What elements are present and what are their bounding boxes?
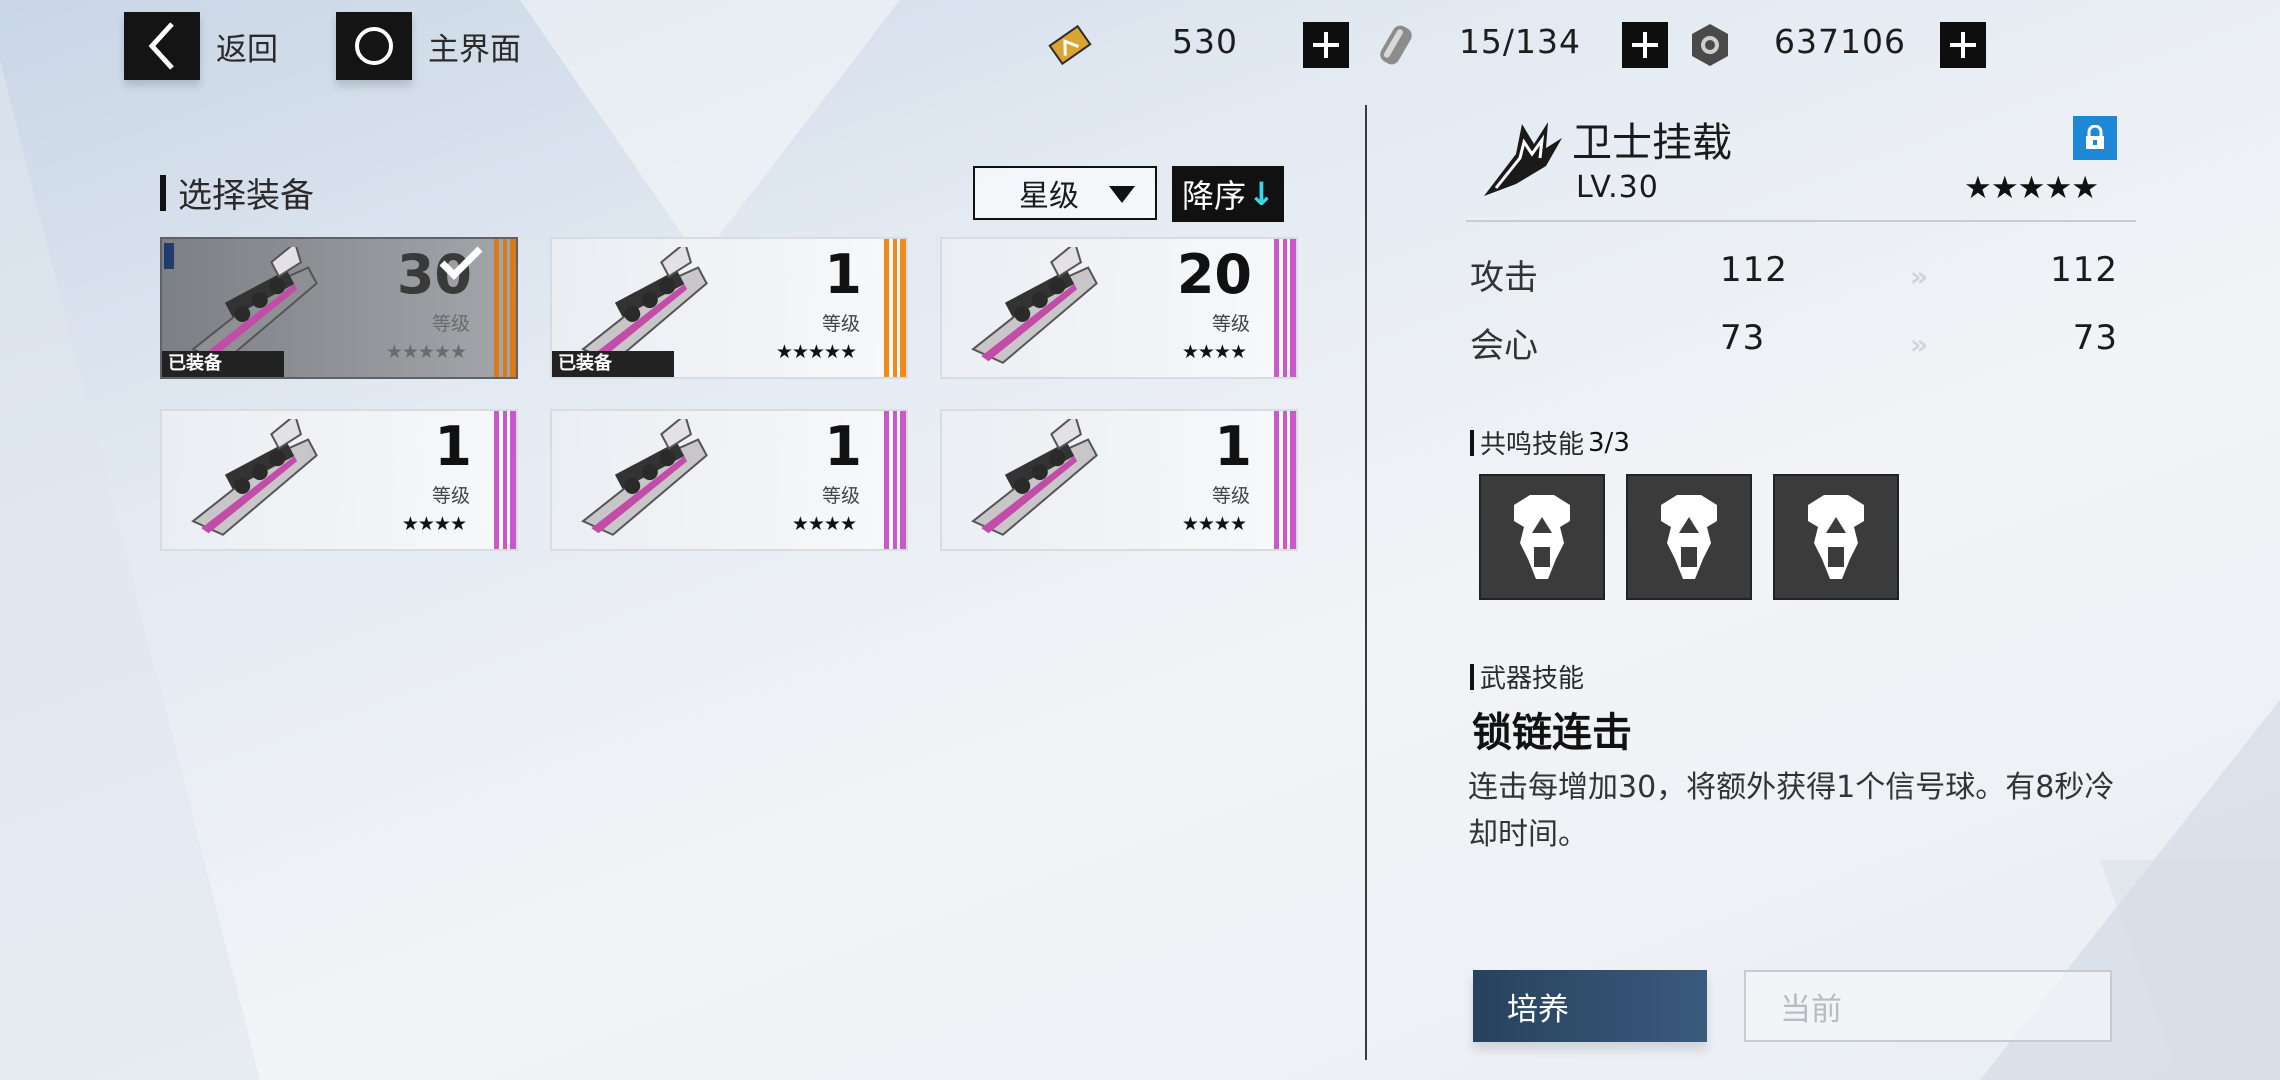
rarity-stripe (884, 411, 906, 549)
weapon-skill-label: 武器技能 (1480, 664, 1585, 694)
card-level-caption: 等级 (1211, 485, 1250, 507)
card-stars: ★★★★ (401, 513, 467, 535)
checkmark-icon (436, 243, 486, 287)
resonance-chip-icon (1514, 495, 1570, 579)
back-button[interactable]: 返回 (124, 12, 278, 80)
current-button[interactable]: 当前 (1744, 970, 2112, 1042)
resource-gear (1680, 14, 1740, 76)
card-level: 1 (824, 243, 862, 306)
weapon-image (562, 413, 722, 547)
rarity-stripe (494, 411, 516, 549)
equipment-card[interactable]: 1 等级 ★★★★ (550, 409, 908, 551)
card-level-caption: 等级 (431, 313, 470, 335)
rarity-stripe (494, 239, 516, 377)
select-equipment-label: 选择装备 (178, 176, 314, 216)
card-level: 1 (824, 415, 862, 478)
card-stars: ★★★★ (791, 513, 857, 535)
equipment-card[interactable]: 20 等级 ★★★★ (940, 237, 1298, 379)
resonance-skill-1[interactable] (1479, 474, 1605, 600)
add-ticket-button[interactable] (1303, 22, 1349, 68)
train-button[interactable]: 培养 (1473, 970, 1707, 1042)
gear-coin-icon (1680, 15, 1740, 75)
resonance-chip-icon (1661, 495, 1717, 579)
weapon-skill-heading: 武器技能 (1470, 658, 1584, 695)
rarity-stripe (884, 239, 906, 377)
equipment-card[interactable]: 30 等级 ★★★★★ 已装备 (160, 237, 518, 379)
panel-divider (1365, 105, 1367, 1060)
equipment-level: LV.30 (1576, 170, 1659, 205)
double-chevron-icon: » (1910, 328, 1929, 361)
weapon-image (952, 241, 1112, 375)
weapon-image (172, 413, 332, 547)
current-label: 当前 (1780, 991, 1842, 1028)
ticket-count: 530 (1172, 22, 1238, 61)
resource-battery (1366, 14, 1426, 76)
home-button[interactable]: 主界面 (336, 12, 521, 80)
weapon-image (952, 413, 1112, 547)
rarity-stripe (1274, 239, 1296, 377)
guardian-mount-icon (1476, 114, 1566, 208)
back-label: 返回 (216, 31, 278, 68)
select-equipment-title: 选择装备 (160, 168, 314, 217)
lock-icon (2086, 125, 2104, 149)
stat-current: 73 (1720, 318, 1766, 358)
card-level: 1 (1214, 415, 1252, 478)
sort-order-button[interactable]: 降序 ↓ (1172, 166, 1284, 222)
equipment-card[interactable]: 1 等级 ★★★★★ 已装备 (550, 237, 908, 379)
resonance-skill-3[interactable] (1773, 474, 1899, 600)
sort-by-dropdown[interactable]: 星级 (973, 166, 1157, 220)
chevron-left-icon (124, 12, 200, 80)
equipment-stars: ★★★★★ (1964, 170, 2099, 206)
resonance-label: 共鸣技能 (1480, 430, 1585, 460)
add-gear-button[interactable] (1940, 22, 1986, 68)
rarity-stripe (1274, 411, 1296, 549)
add-battery-button[interactable] (1622, 22, 1668, 68)
resonance-count: 3/3 (1588, 427, 1630, 458)
stat-row-attack: 攻击 112 » 112 (1470, 250, 2130, 300)
card-level-caption: 等级 (1211, 313, 1250, 335)
train-label: 培养 (1507, 991, 1569, 1028)
double-chevron-icon: » (1910, 260, 1929, 293)
stat-name: 攻击 (1470, 258, 1538, 298)
resource-ticket (1040, 14, 1100, 76)
card-level-caption: 等级 (821, 485, 860, 507)
ticket-icon (1040, 15, 1100, 75)
home-label: 主界面 (428, 31, 521, 68)
equipment-card[interactable]: 1 等级 ★★★★ (940, 409, 1298, 551)
card-stars: ★★★★★ (775, 341, 857, 363)
gear-count: 637106 (1774, 22, 1906, 61)
header-divider (1466, 220, 2136, 222)
weapon-skill-name: 锁链连击 (1472, 710, 1632, 756)
resonance-skill-2[interactable] (1626, 474, 1752, 600)
stat-current: 112 (1720, 250, 1788, 290)
stat-next: 112 (2050, 250, 2118, 290)
sort-by-label: 星级 (1019, 179, 1079, 214)
card-level: 20 (1176, 243, 1252, 306)
resonance-skills-heading: 共鸣技能 3/3 (1470, 424, 1630, 461)
stat-next: 73 (2072, 318, 2118, 358)
card-stars: ★★★★ (1181, 341, 1247, 363)
equipped-badge: 已装备 (162, 351, 284, 377)
equipment-name: 卫士挂载 (1572, 120, 1732, 166)
selected-marker-icon (164, 243, 174, 269)
equipment-card[interactable]: 1 等级 ★★★★ (160, 409, 518, 551)
card-level: 1 (434, 415, 472, 478)
card-level-caption: 等级 (431, 485, 470, 507)
lock-button[interactable] (2073, 116, 2117, 160)
sort-order-label: 降序 (1182, 177, 1247, 215)
equipped-badge: 已装备 (552, 351, 674, 377)
card-stars: ★★★★ (1181, 513, 1247, 535)
home-circle-icon (336, 12, 412, 80)
card-level-caption: 等级 (821, 313, 860, 335)
arrow-down-icon: ↓ (1248, 175, 1275, 213)
stat-name: 会心 (1470, 326, 1538, 366)
battery-icon (1366, 15, 1426, 75)
weapon-skill-description: 连击每增加30，将额外获得1个信号球。有8秒冷却时间。 (1468, 770, 2115, 852)
battery-count: 15/134 (1458, 22, 1582, 61)
card-stars: ★★★★★ (385, 341, 467, 363)
resonance-chip-icon (1808, 495, 1864, 579)
stat-row-crit: 会心 73 » 73 (1470, 318, 2130, 368)
caret-down-icon (1109, 186, 1135, 203)
